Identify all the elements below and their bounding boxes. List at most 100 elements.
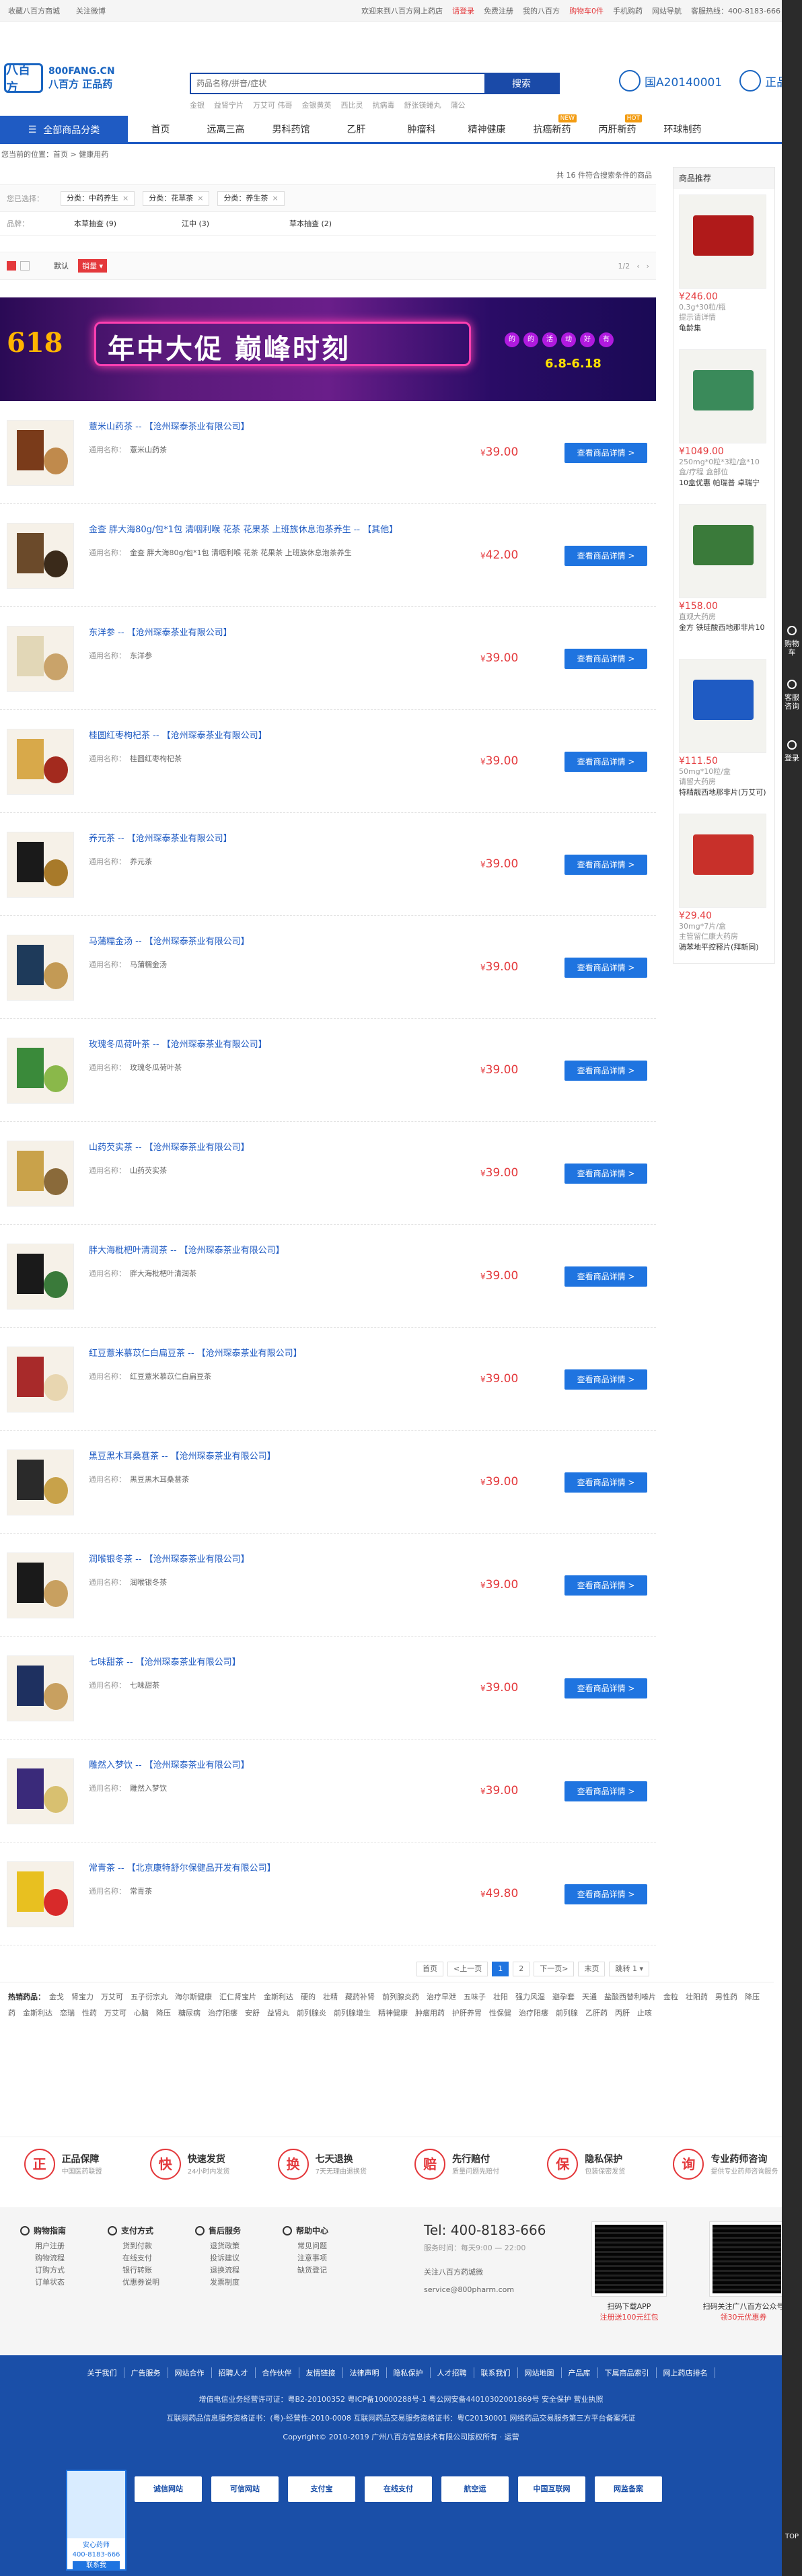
hot-word-link[interactable]: 恋瑞: [60, 2009, 75, 2017]
mobile-link[interactable]: 手机购药: [613, 5, 643, 16]
filter-chip[interactable]: 分类：花草茶 ×: [143, 190, 210, 206]
nav-item[interactable]: 男科药馆: [258, 116, 324, 144]
footer-link[interactable]: 广告服务: [131, 2367, 168, 2378]
login-link[interactable]: 请登录: [452, 5, 474, 16]
brand-option[interactable]: 本草抽查 (9): [74, 218, 182, 229]
hot-word-link[interactable]: 盐酸西替利嗪片: [604, 1993, 656, 2001]
footer-link[interactable]: 联系我们: [481, 2367, 518, 2378]
cert-badge[interactable]: 航空运: [441, 2476, 509, 2502]
follow-weibo-link[interactable]: 关注微博: [76, 7, 106, 15]
help-link[interactable]: 优惠券说明: [108, 2277, 209, 2289]
help-link[interactable]: 注意事项: [283, 2252, 384, 2264]
hot-word-link[interactable]: 五味子: [464, 1993, 486, 2001]
hot-word-link[interactable]: 治疗阳痿: [208, 2009, 238, 2017]
product-image[interactable]: [7, 1861, 74, 1927]
product-title[interactable]: 常青茶 -- 【北京康特舒尔保健品开发有限公司】: [89, 1863, 439, 1875]
pager-button[interactable]: 首页: [416, 1962, 444, 1976]
view-detail-button[interactable]: 查看商品详情 >: [564, 1678, 647, 1698]
hot-word-link[interactable]: 止咳: [637, 2009, 652, 2017]
help-link[interactable]: 在线支付: [108, 2252, 209, 2264]
footer-link[interactable]: 人才招聘: [437, 2367, 474, 2378]
view-detail-button[interactable]: 查看商品详情 >: [564, 1369, 647, 1390]
nav-item[interactable]: 丙肝新药 HOT: [585, 114, 650, 144]
search-hot-word[interactable]: 西比灵: [341, 100, 363, 110]
product-title[interactable]: 红豆薏米慕苡仁白扁豆茶 -- 【沧州琛泰茶业有限公司】: [89, 1348, 439, 1360]
recommend-name[interactable]: 骑苯地平控释片(拜新同): [679, 941, 769, 952]
product-image[interactable]: [7, 523, 74, 589]
hot-word-link[interactable]: 肿瘤用药: [415, 2009, 445, 2017]
recommend-item[interactable]: ¥29.40 30mg*7片/盒 主管留仁康大药房 骑苯地平控释片(拜新同): [673, 808, 774, 963]
search-hot-word[interactable]: 蒲公: [451, 100, 466, 110]
nav-item[interactable]: 乙肝: [324, 116, 389, 144]
all-categories-button[interactable]: ☰ 全部商品分类: [0, 116, 128, 144]
help-link[interactable]: 货到付款: [108, 2240, 209, 2252]
hot-word-link[interactable]: 壮阳药: [686, 1993, 708, 2001]
rail-service[interactable]: 客服咨询: [785, 693, 799, 711]
site-logo[interactable]: 八百方 800FANG.CN 八百方 正品药: [4, 63, 115, 95]
hot-word-link[interactable]: 治疗早泄: [427, 1993, 456, 2001]
product-image[interactable]: [7, 935, 74, 1001]
footer-link[interactable]: 关于我们: [87, 2367, 124, 2378]
product-title[interactable]: 玫瑰冬瓜荷叶茶 -- 【沧州琛泰茶业有限公司】: [89, 1039, 439, 1051]
hot-word-link[interactable]: 护肝养胃: [452, 2009, 482, 2017]
prev-page-icon[interactable]: ‹: [636, 262, 639, 271]
footer-link[interactable]: 合作伙伴: [262, 2367, 299, 2378]
product-title[interactable]: 七味甜茶 -- 【沧州琛泰茶业有限公司】: [89, 1657, 439, 1669]
pager-button[interactable]: 末页: [578, 1962, 606, 1976]
pager-button[interactable]: <上一页: [447, 1962, 488, 1976]
hot-word-link[interactable]: 金戈: [49, 1993, 64, 2001]
product-image[interactable]: [7, 729, 74, 795]
pager-button[interactable]: 跳转 1 ▾: [609, 1962, 649, 1976]
footer-link[interactable]: 友情链接: [306, 2367, 343, 2378]
view-detail-button[interactable]: 查看商品详情 >: [564, 1266, 647, 1287]
view-detail-button[interactable]: 查看商品详情 >: [564, 546, 647, 566]
cert-badge[interactable]: 可信网站: [211, 2476, 279, 2502]
hot-word-link[interactable]: 汇仁肾宝片: [219, 1993, 256, 2001]
my-account-link[interactable]: 我的八百方: [523, 5, 560, 16]
grid-view-icon[interactable]: [20, 261, 30, 271]
hot-word-link[interactable]: 降压: [156, 2009, 171, 2017]
help-link[interactable]: 常见问题: [283, 2240, 384, 2252]
hot-word-link[interactable]: 前列腺增生: [334, 2009, 371, 2017]
hot-word-link[interactable]: 金斯利达: [264, 1993, 293, 2001]
view-detail-button[interactable]: 查看商品详情 >: [564, 649, 647, 669]
filter-chip[interactable]: 分类：中药养生 ×: [61, 190, 135, 206]
recommend-item[interactable]: ¥246.00 0.3g*30粒/瓶 提示请详情 龟龄集: [673, 189, 774, 344]
search-hot-word[interactable]: 抗病毒: [373, 100, 395, 110]
view-detail-button[interactable]: 查看商品详情 >: [564, 1884, 647, 1904]
hot-word-link[interactable]: 丙肝: [615, 2009, 630, 2017]
hot-word-link[interactable]: 益肾丸: [267, 2009, 289, 2017]
close-icon[interactable]: ×: [122, 194, 129, 203]
hot-word-link[interactable]: 壮阳: [493, 1993, 508, 2001]
close-icon[interactable]: ×: [197, 194, 203, 203]
register-link[interactable]: 免费注册: [484, 5, 513, 16]
hot-word-link[interactable]: 治疗阳痿: [519, 2009, 548, 2017]
help-link[interactable]: 缺货登记: [283, 2264, 384, 2277]
footer-link[interactable]: 产品库: [569, 2367, 598, 2378]
footer-link[interactable]: 网站地图: [525, 2367, 562, 2378]
footer-link[interactable]: 隐私保护: [394, 2367, 431, 2378]
site-nav-link[interactable]: 网站导航: [652, 5, 682, 16]
nav-item[interactable]: 环球制药: [650, 116, 715, 144]
hot-word-link[interactable]: 海尔斯健康: [175, 1993, 212, 2001]
product-title[interactable]: 山药芡实茶 -- 【沧州琛泰茶业有限公司】: [89, 1142, 439, 1154]
product-image[interactable]: [7, 1244, 74, 1310]
contact-pharmacist-button[interactable]: 联系我: [73, 2561, 120, 2571]
product-title[interactable]: 东洋参 -- 【沧州琛泰茶业有限公司】: [89, 627, 439, 639]
recommend-name[interactable]: 金方 铁硅酸西地那非片10: [679, 622, 769, 633]
sort-default[interactable]: 默认: [54, 260, 69, 271]
filter-chip[interactable]: 分类：养生茶 ×: [217, 190, 285, 206]
brand-option[interactable]: 江中 (3): [182, 218, 289, 229]
sort-sales[interactable]: 销量 ▾: [78, 259, 108, 273]
hot-word-link[interactable]: 心脑: [134, 2009, 149, 2017]
footer-link[interactable]: 招聘人才: [219, 2367, 256, 2378]
email-contact[interactable]: service@800pharm.com: [424, 2281, 514, 2299]
help-link[interactable]: 用户注册: [20, 2240, 121, 2252]
search-hot-word[interactable]: 益肾宁片: [214, 100, 244, 110]
hot-word-link[interactable]: 硬的: [301, 1993, 316, 2001]
promo-banner[interactable]: 618 年中大促 巅峰时刻 的的活动好有 6.8-6.18: [0, 297, 656, 401]
search-hot-word[interactable]: 金银: [190, 100, 205, 110]
recommend-name[interactable]: 特精靓西地那非片(万艾可): [679, 787, 769, 797]
search-button[interactable]: 搜索: [484, 74, 558, 93]
pager-button[interactable]: 1: [492, 1962, 509, 1976]
